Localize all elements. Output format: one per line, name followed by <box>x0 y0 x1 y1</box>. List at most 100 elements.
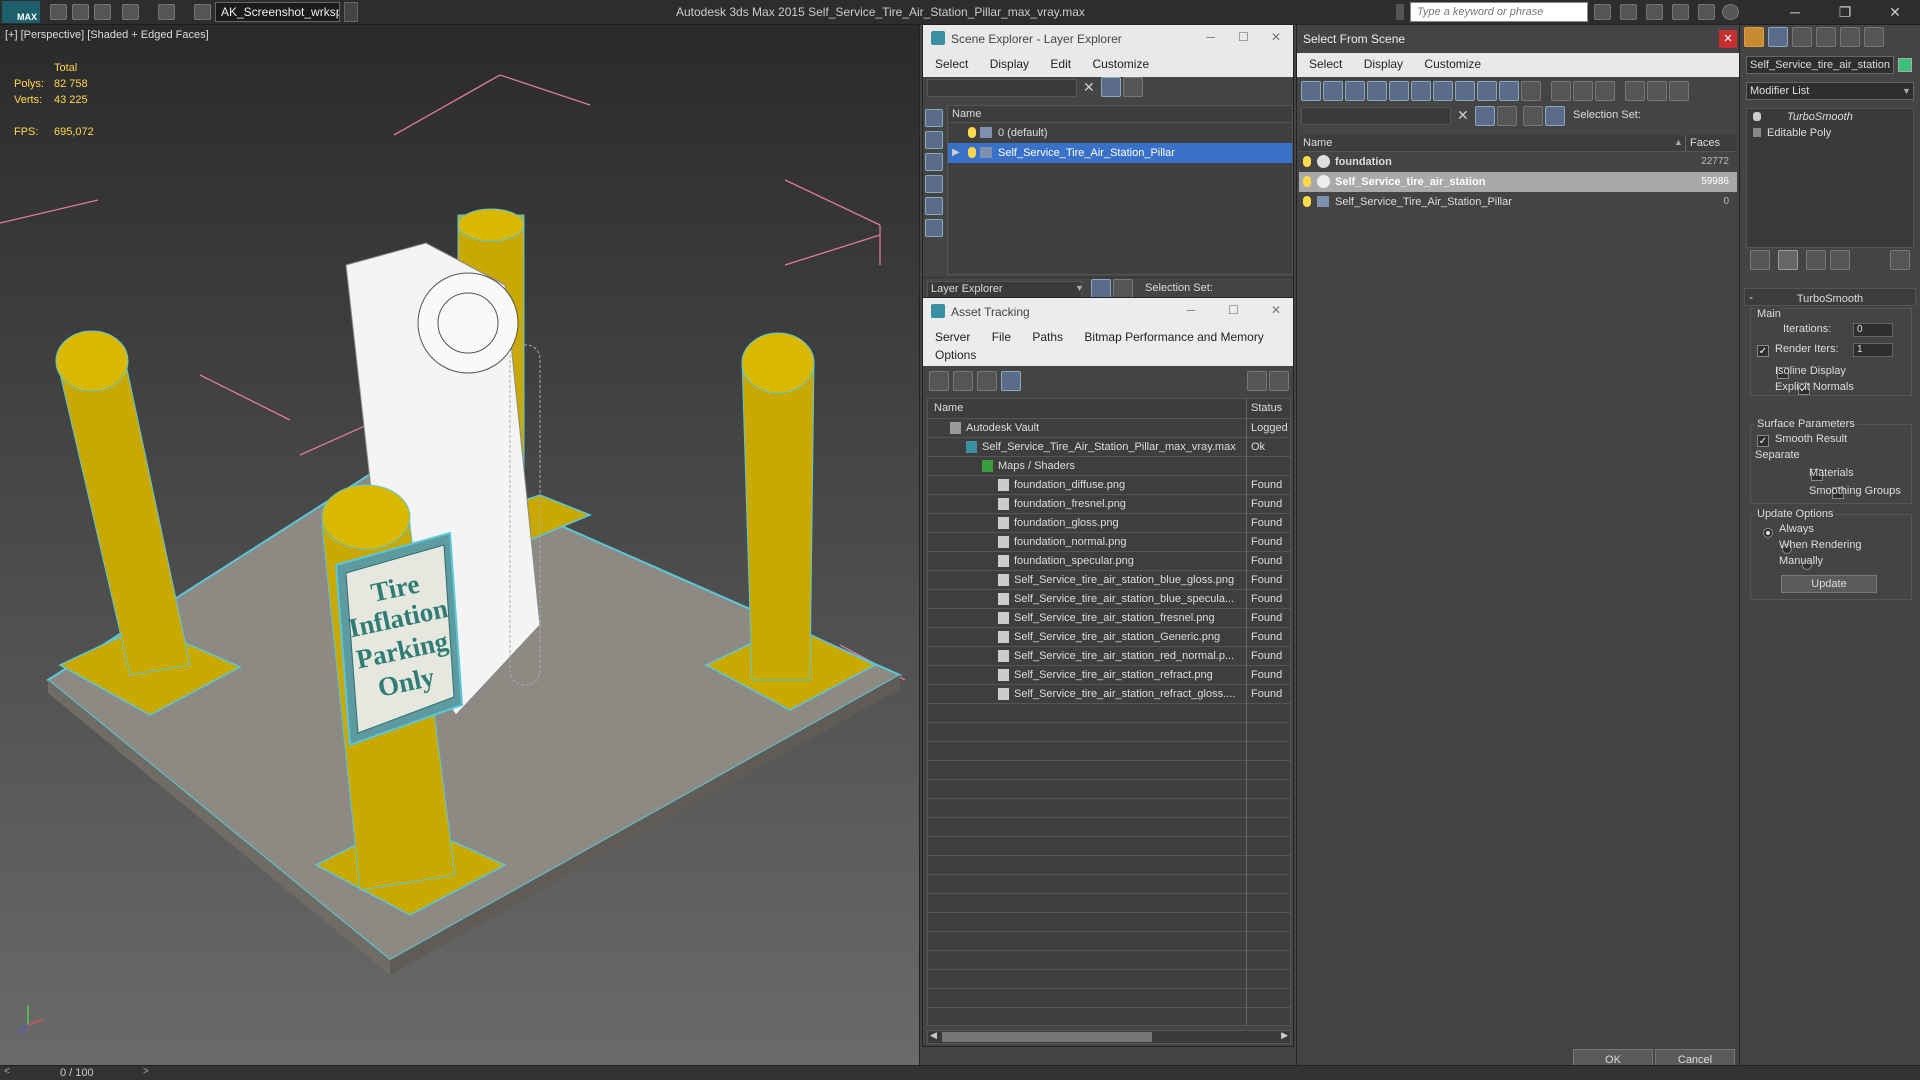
show-end-result-icon[interactable] <box>1778 250 1798 270</box>
minimize-icon[interactable]: ─ <box>1186 303 1195 317</box>
lightbulb-icon[interactable] <box>1753 112 1761 121</box>
filter-input[interactable] <box>927 79 1077 97</box>
asset-row[interactable]: Maps / Shaders <box>928 457 1290 476</box>
turbosmooth-rollout-header[interactable]: - TurboSmooth <box>1744 288 1916 306</box>
modify-tab-icon[interactable] <box>1768 27 1788 47</box>
lightbulb-icon[interactable] <box>1303 196 1311 207</box>
favorites-star-icon[interactable] <box>1672 4 1689 20</box>
perspective-viewport[interactable]: [+] [Perspective] [Shaded + Edged Faces]… <box>0 25 920 1065</box>
close-icon[interactable]: ✕ <box>1880 3 1910 21</box>
col-name[interactable]: Name <box>934 402 963 414</box>
display-spacewarps-icon[interactable] <box>925 219 943 237</box>
col-faces[interactable]: Faces <box>1685 135 1720 152</box>
help-icon[interactable] <box>1247 371 1267 391</box>
display-shapes-icon[interactable] <box>1323 81 1343 101</box>
layers-icon[interactable] <box>1497 106 1517 126</box>
minimize-icon[interactable]: ─ <box>1206 30 1215 44</box>
next-frame-icon[interactable]: > <box>143 1066 149 1077</box>
display-helpers-icon[interactable] <box>1389 81 1409 101</box>
x-close-info-icon[interactable] <box>1698 4 1715 20</box>
col-status[interactable]: Status <box>1246 399 1282 419</box>
display-groups-icon[interactable] <box>1433 81 1453 101</box>
undo-icon[interactable] <box>122 4 139 20</box>
name-filter-input[interactable] <box>1301 107 1451 125</box>
scroll-left-icon[interactable]: ◀ <box>930 1030 937 1041</box>
tools-icon[interactable] <box>1620 4 1637 20</box>
asset-row[interactable]: Self_Service_tire_air_station_fresnel.pn… <box>928 609 1290 628</box>
filter-icon[interactable] <box>1101 77 1121 97</box>
display-geometry-icon[interactable] <box>1301 81 1321 101</box>
display-helpers-icon[interactable] <box>925 197 943 215</box>
maximize-icon[interactable]: ☐ <box>1228 303 1239 317</box>
asset-tracking-titlebar[interactable]: Asset Tracking ─ ☐ ✕ <box>923 298 1293 326</box>
expand-arrow-icon[interactable]: ▶ <box>952 147 960 158</box>
project-folder-icon[interactable] <box>194 4 211 20</box>
lightbulb-icon[interactable] <box>1303 176 1311 187</box>
display-frozen-icon[interactable] <box>1521 81 1541 101</box>
hierarchy-tab-icon[interactable] <box>1792 27 1812 47</box>
iterations-spinner[interactable]: 0 <box>1853 323 1893 337</box>
asset-row[interactable]: Self_Service_tire_air_station_red_normal… <box>928 647 1290 666</box>
display-lights-icon[interactable] <box>925 153 943 171</box>
collapse-icon[interactable] <box>1669 81 1689 101</box>
remove-modifier-icon[interactable] <box>1830 250 1850 270</box>
menu-server[interactable]: Server <box>935 330 970 344</box>
stack-item-turbosmooth[interactable]: TurboSmooth <box>1747 109 1913 125</box>
menu-display[interactable]: Display <box>1364 57 1403 71</box>
lightbulb-icon[interactable] <box>1303 156 1311 167</box>
horizontal-scrollbar[interactable]: ◀ ▶ <box>927 1030 1291 1044</box>
explorer-type-dropdown[interactable]: Layer Explorer <box>927 281 1082 298</box>
menu-file[interactable]: File <box>992 330 1011 344</box>
scrollbar-thumb[interactable] <box>942 1032 1152 1042</box>
asset-row[interactable]: Autodesk Vault Logged <box>928 419 1290 438</box>
sort-arrow-icon[interactable]: ▲ <box>1674 137 1683 147</box>
asset-row[interactable]: Self_Service_tire_air_station_blue_gloss… <box>928 571 1290 590</box>
scroll-right-icon[interactable]: ▶ <box>1281 1030 1288 1041</box>
time-slider-label[interactable]: 0 / 100 <box>60 1067 94 1079</box>
menu-options[interactable]: Options <box>935 348 1293 362</box>
display-spacewarps-icon[interactable] <box>1411 81 1431 101</box>
select-none-icon[interactable] <box>1573 81 1593 101</box>
refresh-icon[interactable] <box>929 371 949 391</box>
search-input[interactable]: Type a keyword or phrase <box>1410 2 1588 22</box>
sort-icon[interactable] <box>1647 81 1667 101</box>
always-radio[interactable] <box>1763 527 1773 538</box>
maximize-icon[interactable]: ☐ <box>1238 30 1249 44</box>
menu-display[interactable]: Display <box>990 57 1029 71</box>
close-icon[interactable]: ✕ <box>1271 303 1281 317</box>
asset-row[interactable]: Self_Service_tire_air_station_refract.pn… <box>928 666 1290 685</box>
subscription-icon[interactable] <box>1646 4 1663 20</box>
menu-select[interactable]: Select <box>935 57 968 71</box>
save-file-icon[interactable] <box>94 4 111 20</box>
hierarchy-icon[interactable] <box>1545 106 1565 126</box>
object-color-swatch[interactable] <box>1898 58 1912 72</box>
dropdown-arrow-icon[interactable]: ▼ <box>1075 283 1084 293</box>
display-cameras-icon[interactable] <box>925 175 943 193</box>
asset-row[interactable]: Self_Service_tire_air_station_blue_specu… <box>928 590 1290 609</box>
redo-icon[interactable] <box>158 4 175 20</box>
display-xrefs-icon[interactable] <box>1455 81 1475 101</box>
prev-frame-icon[interactable]: < <box>4 1066 10 1077</box>
object-name-field[interactable]: Self_Service_tire_air_station <box>1746 56 1894 74</box>
new-file-icon[interactable] <box>50 4 67 20</box>
col-name[interactable]: Name <box>1303 137 1332 149</box>
layers-icon[interactable] <box>1123 77 1143 97</box>
motion-tab-icon[interactable] <box>1816 27 1836 47</box>
stack-item-editable-poly[interactable]: Editable Poly <box>1747 125 1913 141</box>
filter-funnel-icon[interactable] <box>1625 81 1645 101</box>
update-button[interactable]: Update <box>1781 575 1877 593</box>
object-row[interactable]: foundation 22772 <box>1299 152 1737 172</box>
scene-explorer-titlebar[interactable]: Scene Explorer - Layer Explorer ─ ☐ ✕ <box>923 25 1293 53</box>
close-icon[interactable]: ✕ <box>1719 30 1737 48</box>
menu-customize[interactable]: Customize <box>1424 57 1481 71</box>
expand-icon[interactable] <box>1753 128 1761 137</box>
app-logo[interactable]: MAX <box>2 1 40 23</box>
collapse-rollout-icon[interactable]: - <box>1749 290 1753 304</box>
layers-toggle-icon[interactable] <box>1091 279 1111 299</box>
object-row-selected[interactable]: Self_Service_tire_air_station 59986 <box>1299 172 1737 192</box>
smooth-result-checkbox[interactable]: ✓ <box>1757 434 1769 447</box>
workspace-dropdown[interactable]: AK_Screenshot_wrksp <box>215 2 340 22</box>
asset-row[interactable]: foundation_specular.png Found <box>928 552 1290 571</box>
workspace-menu-icon[interactable] <box>344 2 358 22</box>
clear-filter-icon[interactable]: ✕ <box>1457 107 1469 124</box>
